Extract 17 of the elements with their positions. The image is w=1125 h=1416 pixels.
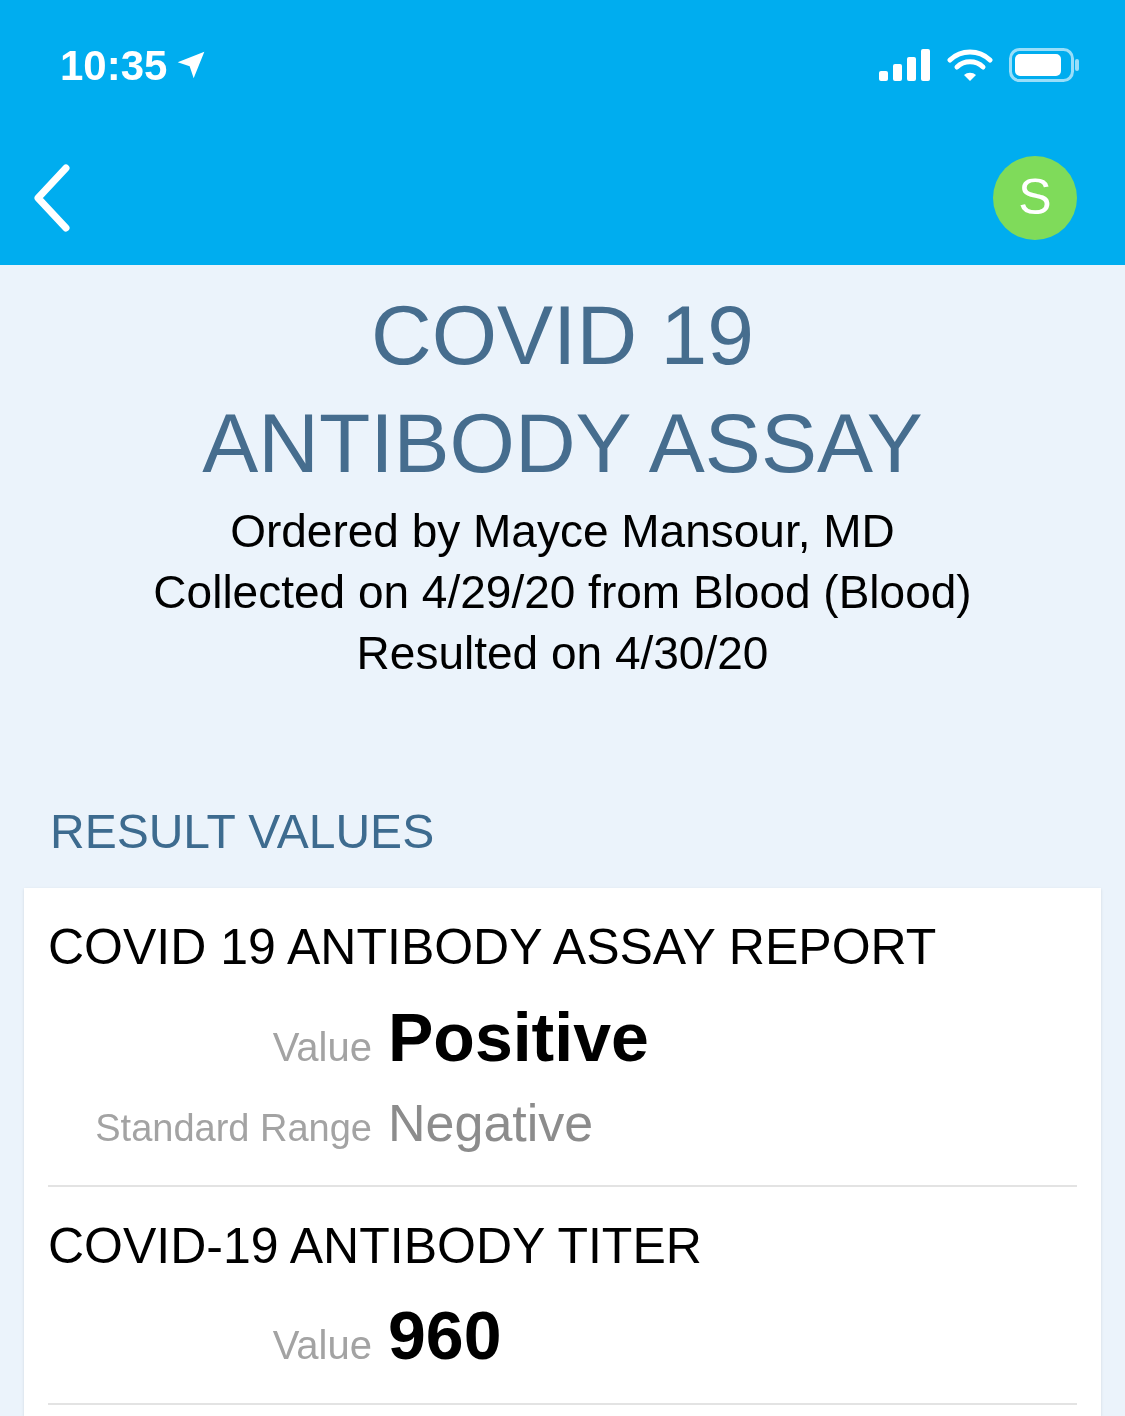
report-detail: Collected on 4/29/20 from Blood (Blood) <box>153 565 972 620</box>
report-detail: Resulted on 4/30/20 <box>356 626 769 681</box>
result-name: COVID-19 ANTIBODY TITER <box>48 1216 703 1276</box>
result-name: COVID 19 ANTIBODY ASSAY REPORT <box>48 918 938 977</box>
field-label: Standard Range <box>94 1105 373 1151</box>
report-detail: Ordered by Mayce Mansour, MD <box>230 504 895 559</box>
avatar-button[interactable]: S <box>993 155 1077 240</box>
wifi-icon <box>947 48 993 82</box>
section-title: RESULT VALUES <box>50 804 436 860</box>
report-title: COVID 19 ANTIBODY ASSAY <box>201 287 924 492</box>
field-label: Value <box>271 1023 373 1071</box>
field-value: Positive <box>388 1002 649 1071</box>
signal-icon <box>879 49 931 81</box>
field-value: 960 <box>388 1301 502 1369</box>
battery-icon <box>1009 48 1081 82</box>
status-time: 10:35 <box>60 40 168 91</box>
field-label: Value <box>271 1322 373 1369</box>
